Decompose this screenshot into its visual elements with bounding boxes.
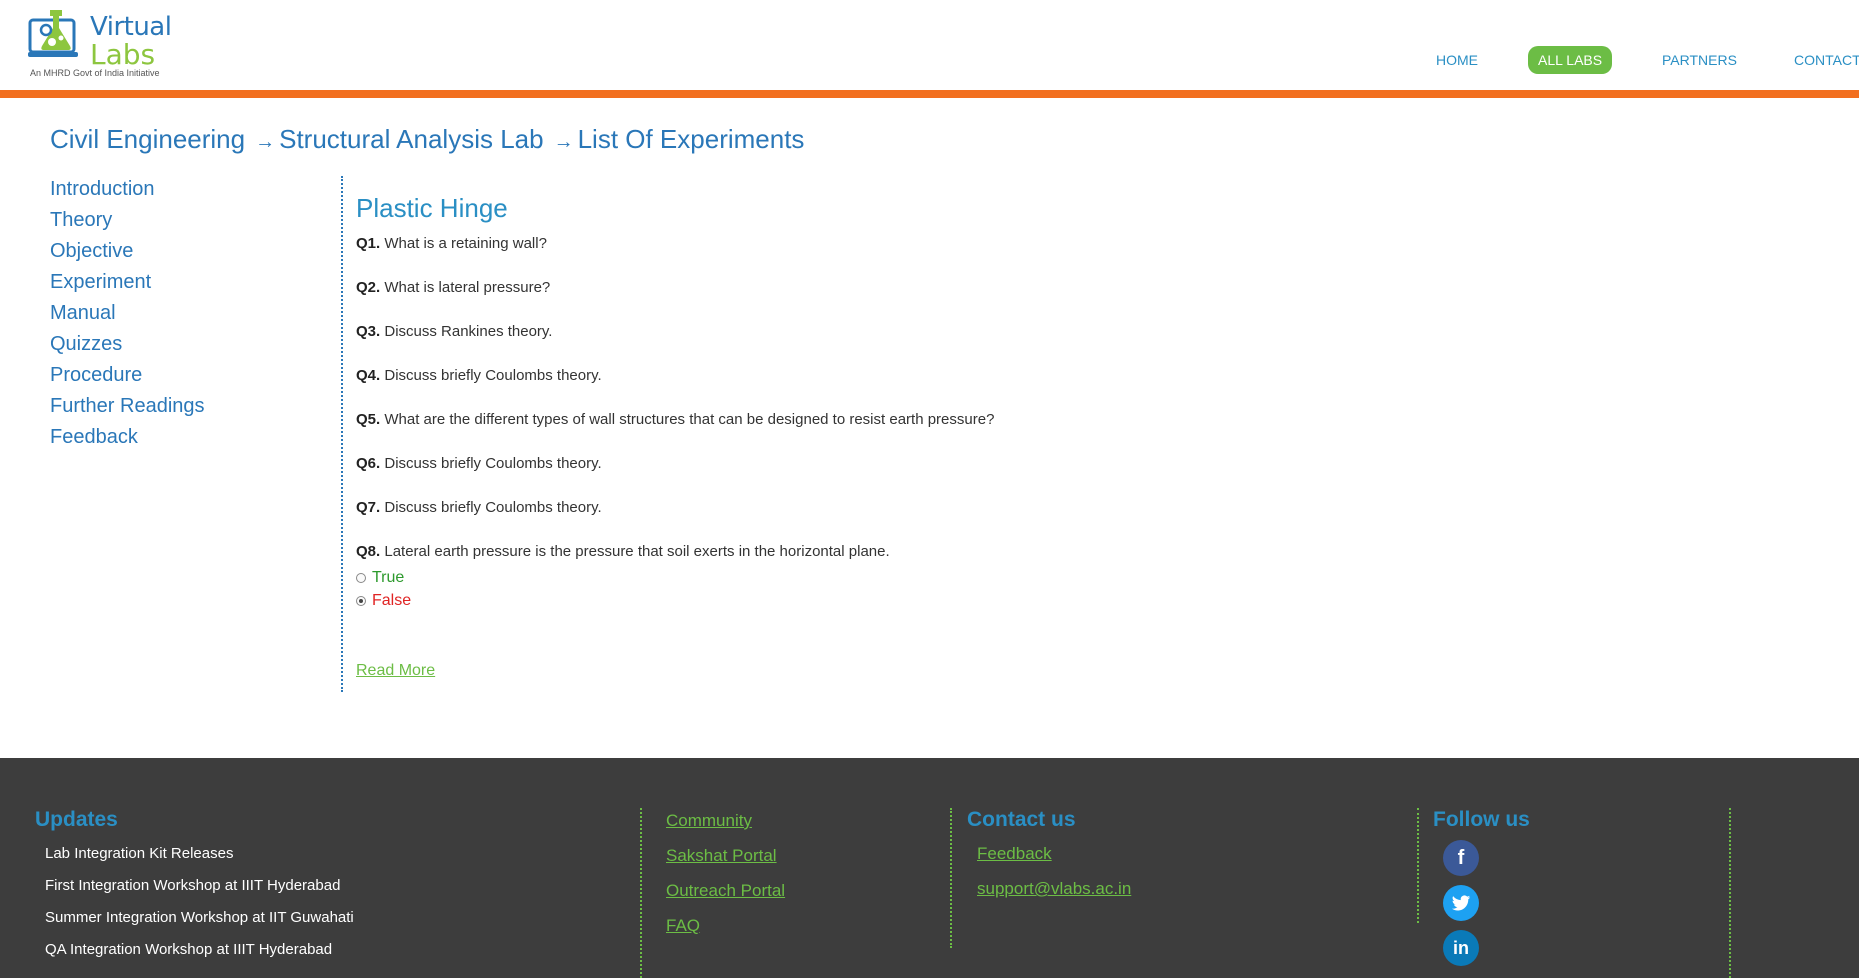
sidebar-item-quizzes[interactable]: Quizzes <box>50 329 205 360</box>
twitter-icon[interactable] <box>1443 885 1479 921</box>
question-number: Q2. <box>356 279 381 296</box>
question-number: Q3. <box>356 323 381 340</box>
breadcrumb-list-of-experiments[interactable]: List Of Experiments <box>578 124 805 154</box>
question-6: Q6. Discuss briefly Coulombs theory. <box>356 454 1556 474</box>
read-more-link[interactable]: Read More <box>356 662 435 680</box>
nav-home[interactable]: HOME <box>1436 46 1478 74</box>
question-text: Discuss Rankines theory. <box>384 323 553 340</box>
answer-options: True False <box>356 566 1556 612</box>
question-number: Q5. <box>356 411 381 428</box>
community-link[interactable]: Community <box>666 811 752 831</box>
sidebar-item-further-readings[interactable]: Further Readings <box>50 391 205 422</box>
twitter-bird-icon <box>1451 895 1471 911</box>
question-number: Q4. <box>356 367 381 384</box>
sidebar-item-manual[interactable]: Manual <box>50 298 205 329</box>
question-1: Q1. What is a retaining wall? <box>356 234 1556 254</box>
radio-button-selected[interactable] <box>356 595 366 606</box>
update-item[interactable]: Lab Integration Kit Releases <box>45 845 233 862</box>
question-4: Q4. Discuss briefly Coulombs theory. <box>356 366 1556 386</box>
page-title: Plastic Hinge <box>356 193 508 223</box>
option-false[interactable]: False <box>356 589 1556 612</box>
option-true[interactable]: True <box>356 566 1556 589</box>
question-8: Q8. Lateral earth pressure is the pressu… <box>356 542 1556 562</box>
sidebar-item-introduction[interactable]: Introduction <box>50 174 205 205</box>
support-email-link[interactable]: support@vlabs.ac.in <box>977 879 1131 899</box>
header-divider <box>0 90 1859 98</box>
nav-contact[interactable]: CONTACT <box>1794 46 1859 74</box>
sidebar-item-procedure[interactable]: Procedure <box>50 360 205 391</box>
question-text: Lateral earth pressure is the pressure t… <box>384 543 890 560</box>
question-3: Q3. Discuss Rankines theory. <box>356 322 1556 342</box>
footer-divider <box>640 808 642 978</box>
question-text: What is lateral pressure? <box>384 279 551 296</box>
facebook-icon[interactable]: f <box>1443 840 1479 876</box>
site-footer: Updates Lab Integration Kit Releases Fir… <box>0 758 1859 978</box>
radio-button[interactable] <box>356 572 366 583</box>
question-7: Q7. Discuss briefly Coulombs theory. <box>356 498 1556 518</box>
question-text: What is a retaining wall? <box>384 235 547 252</box>
question-number: Q6. <box>356 455 381 472</box>
question-2: Q2. What is lateral pressure? <box>356 278 1556 298</box>
faq-link[interactable]: FAQ <box>666 916 700 936</box>
sidebar-divider <box>341 176 343 692</box>
breadcrumb-civil-engineering[interactable]: Civil Engineering <box>50 124 245 154</box>
sidebar-item-feedback[interactable]: Feedback <box>50 422 205 453</box>
footer-divider <box>950 808 952 948</box>
question-text: Discuss briefly Coulombs theory. <box>384 367 602 384</box>
linkedin-icon[interactable]: in <box>1443 930 1479 966</box>
site-header: Virtual Labs An MHRD Govt of India Initi… <box>0 0 1859 90</box>
update-item[interactable]: First Integration Workshop at IIIT Hyder… <box>45 877 340 894</box>
breadcrumb: Civil Engineering → Structural Analysis La… <box>50 124 804 155</box>
question-number: Q7. <box>356 499 381 516</box>
footer-divider <box>1729 808 1731 978</box>
outreach-portal-link[interactable]: Outreach Portal <box>666 881 785 901</box>
question-5: Q5. What are the different types of wall… <box>356 410 1556 430</box>
nav-all-labs[interactable]: ALL LABS <box>1528 46 1613 74</box>
update-item[interactable]: Summer Integration Workshop at IIT Guwah… <box>45 909 354 926</box>
question-text: Discuss briefly Coulombs theory. <box>384 499 602 516</box>
question-number: Q8. <box>356 543 381 560</box>
sidebar-item-experiment[interactable]: Experiment <box>50 267 205 298</box>
breadcrumb-arrow-icon: → <box>255 131 276 153</box>
breadcrumb-structural-analysis-lab[interactable]: Structural Analysis Lab <box>279 124 543 154</box>
question-text: Discuss briefly Coulombs theory. <box>384 455 602 472</box>
option-label: True <box>372 569 405 586</box>
breadcrumb-arrow-icon: → <box>553 131 574 153</box>
nav-partners[interactable]: PARTNERS <box>1662 46 1737 74</box>
sidebar-item-theory[interactable]: Theory <box>50 205 205 236</box>
sakshat-portal-link[interactable]: Sakshat Portal <box>666 846 777 866</box>
footer-divider <box>1417 808 1419 923</box>
update-item[interactable]: QA Integration Workshop at IIIT Hyderaba… <box>45 941 332 958</box>
question-text: What are the different types of wall str… <box>384 411 995 428</box>
quiz-content: Plastic Hinge Q1. What is a retaining wa… <box>356 190 1556 612</box>
experiment-sidebar: Introduction Theory Objective Experiment… <box>50 174 205 453</box>
updates-title: Updates <box>35 808 118 831</box>
main-nav: HOME ALL LABS PARTNERS CONTACT <box>0 46 1859 86</box>
sidebar-item-objective[interactable]: Objective <box>50 236 205 267</box>
follow-us-title: Follow us <box>1433 808 1530 831</box>
contact-us-title: Contact us <box>967 808 1076 831</box>
option-label: False <box>372 592 412 609</box>
feedback-link[interactable]: Feedback <box>977 844 1052 864</box>
question-number: Q1. <box>356 235 381 252</box>
